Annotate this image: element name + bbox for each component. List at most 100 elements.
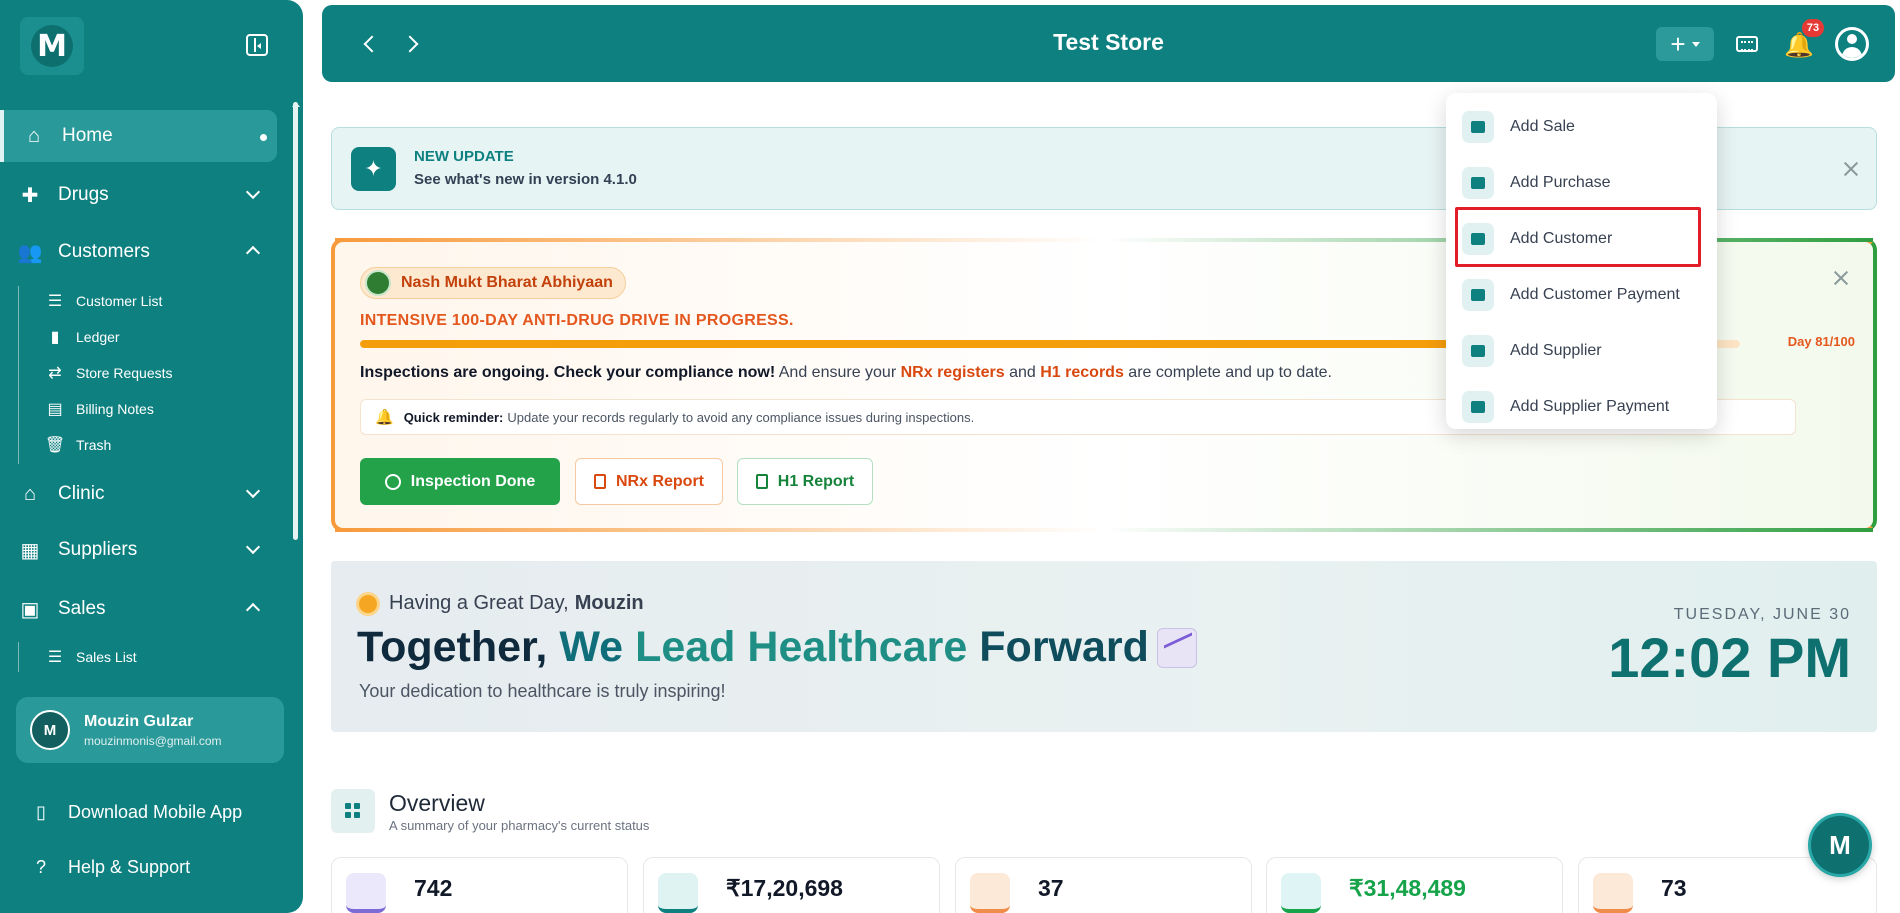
- help-icon: ?: [35, 856, 46, 877]
- stat-value: 37: [1038, 875, 1064, 901]
- campaign-heading: INTENSIVE 100-DAY ANTI-DRUG DRIVE IN PRO…: [360, 312, 794, 329]
- menu-item-label: Add Customer Payment: [1510, 286, 1680, 303]
- overview-title: Overview: [389, 790, 485, 816]
- sidebar: M ⌂ Home ✚ Drugs 👥 Customers ☰ Customer …: [0, 0, 303, 913]
- title-part: Lead Healthcare: [635, 623, 968, 671]
- stat-card[interactable]: ₹17,20,698: [643, 857, 940, 913]
- sidebar-collapse-icon[interactable]: [246, 34, 268, 56]
- stat-card[interactable]: ₹31,48,489: [1266, 857, 1563, 913]
- title-part: Forward: [979, 623, 1149, 671]
- chevron-down-icon: [245, 483, 261, 499]
- chevron-down-icon: [245, 184, 261, 200]
- greeting-line: Having a Great Day, Mouzin: [359, 592, 644, 615]
- menu-item-add-supplier-payment[interactable]: Add Supplier Payment: [1462, 385, 1701, 429]
- keyboard-icon[interactable]: [1736, 36, 1758, 52]
- sidebar-subitem-ledger[interactable]: ▮ Ledger: [44, 322, 120, 352]
- bag-icon: ▣: [20, 598, 40, 621]
- sidebar-item-home[interactable]: ⌂ Home: [0, 110, 277, 162]
- drugs-icon: ✚: [21, 184, 39, 207]
- menu-item-add-customer-payment[interactable]: Add Customer Payment: [1462, 273, 1701, 317]
- sidebar-subitem-customer-list[interactable]: ☰ Customer List: [44, 286, 163, 316]
- update-title: NEW UPDATE: [414, 148, 514, 165]
- nrx-report-button[interactable]: NRx Report: [575, 458, 723, 505]
- reminder-text: Update your records regularly to avoid a…: [507, 409, 975, 425]
- menu-item-label: Add Supplier Payment: [1510, 398, 1670, 415]
- gradient-border: [335, 528, 1873, 532]
- sidebar-subitem-label: Sales List: [76, 649, 137, 665]
- chevron-down-icon: [245, 539, 261, 555]
- download-label: Download Mobile App: [68, 801, 243, 822]
- menu-item-add-sale[interactable]: Add Sale: [1462, 105, 1701, 149]
- customers-icon: 👥: [17, 241, 43, 264]
- menu-item-add-purchase[interactable]: Add Purchase: [1462, 161, 1701, 205]
- h1-report-button[interactable]: H1 Report: [737, 458, 873, 505]
- help-support-link[interactable]: ? Help & Support: [28, 852, 190, 882]
- assistant-bot-button[interactable]: M: [1808, 813, 1872, 877]
- notes-icon: ▤: [47, 401, 63, 418]
- sidebar-subitem-billing-notes[interactable]: ▤ Billing Notes: [44, 394, 154, 424]
- trash-icon: 🗑: [44, 437, 66, 454]
- user-card[interactable]: M Mouzin Gulzar mouzinmonis@gmail.com: [16, 697, 284, 763]
- card-plus-icon: [1462, 279, 1494, 311]
- emblem-icon: [365, 270, 391, 296]
- sidebar-subitem-label: Billing Notes: [76, 401, 154, 417]
- people-icon: [970, 873, 1010, 913]
- campaign-pill-label: Nash Mukt Bharat Abhiyaan: [401, 274, 613, 291]
- sidebar-subitem-store-requests[interactable]: ⇄ Store Requests: [44, 358, 173, 388]
- inspection-done-button[interactable]: Inspection Done: [360, 458, 560, 505]
- clinic-icon: ⌂: [23, 482, 37, 505]
- card-icon: [1462, 391, 1494, 423]
- highlight-box: [1455, 207, 1701, 267]
- nrx-registers-link[interactable]: NRx registers: [901, 364, 1005, 381]
- sidebar-subitem-sales-list[interactable]: ☰ Sales List: [44, 642, 137, 672]
- download-mobile-app-link[interactable]: ▯ Download Mobile App: [28, 797, 242, 827]
- sidebar-item-label: Sales: [58, 598, 106, 619]
- stat-card[interactable]: 37: [955, 857, 1252, 913]
- sidebar-item-customers[interactable]: 👥 Customers: [0, 226, 280, 278]
- sidebar-subitem-trash[interactable]: 🗑 Trash: [44, 430, 111, 460]
- grid-icon: [331, 789, 375, 833]
- greeting-prefix: Having a Great Day,: [389, 592, 569, 614]
- sidebar-item-suppliers[interactable]: ▦ Suppliers: [0, 524, 280, 576]
- current-time: 12:02 PM: [1608, 626, 1851, 689]
- sidebar-scrollbar[interactable]: [293, 102, 298, 540]
- plus-icon: +: [1670, 28, 1686, 59]
- cash-icon: [1281, 873, 1321, 913]
- reminder-label: Quick reminder:: [403, 409, 504, 425]
- sun-icon: [359, 594, 377, 613]
- sidebar-subitem-label: Customer List: [76, 293, 163, 309]
- update-subtitle: See what's new in version 4.1.0: [414, 171, 637, 188]
- submenu-line: [18, 642, 19, 672]
- menu-item-label: Add Supplier: [1510, 342, 1602, 359]
- stat-value: ₹31,48,489: [1349, 875, 1466, 901]
- stat-card[interactable]: 742: [331, 857, 628, 913]
- sidebar-item-clinic[interactable]: ⌂ Clinic: [0, 468, 280, 520]
- sidebar-subitem-label: Store Requests: [76, 365, 173, 381]
- request-icon: ⇄: [48, 365, 62, 382]
- sidebar-item-sales[interactable]: ▣ Sales: [0, 583, 280, 635]
- chart-increasing-icon: [1156, 627, 1197, 668]
- greeting-user-name: Mouzin: [574, 592, 644, 614]
- current-date: TUESDAY, JUNE 30: [1673, 606, 1851, 623]
- nrx-report-label: NRx Report: [615, 472, 704, 490]
- menu-item-add-supplier[interactable]: Add Supplier: [1462, 329, 1701, 373]
- campaign-text-part: and: [1004, 364, 1041, 381]
- close-icon[interactable]: [1833, 270, 1849, 286]
- app-logo[interactable]: M: [20, 17, 84, 75]
- chevron-up-icon: [245, 602, 261, 618]
- user-profile-icon[interactable]: [1835, 27, 1869, 61]
- active-dot: [260, 134, 267, 141]
- campaign-text-part: are complete and up to date.: [1123, 364, 1332, 381]
- caret-down-icon: [1691, 41, 1700, 47]
- stat-icon: [346, 873, 386, 913]
- sidebar-subitem-label: Ledger: [76, 329, 120, 345]
- cart-icon: [1462, 167, 1494, 199]
- add-menu-button[interactable]: +: [1656, 27, 1714, 61]
- stat-value: ₹17,20,698: [726, 875, 843, 901]
- close-icon[interactable]: [1843, 161, 1859, 177]
- greeting-subtitle: Your dedication to healthcare is truly i…: [359, 681, 726, 701]
- list-icon: ☰: [47, 293, 63, 310]
- building-icon: ▦: [20, 539, 40, 562]
- h1-records-link[interactable]: H1 records: [1040, 364, 1124, 381]
- sidebar-item-drugs[interactable]: ✚ Drugs: [0, 169, 280, 221]
